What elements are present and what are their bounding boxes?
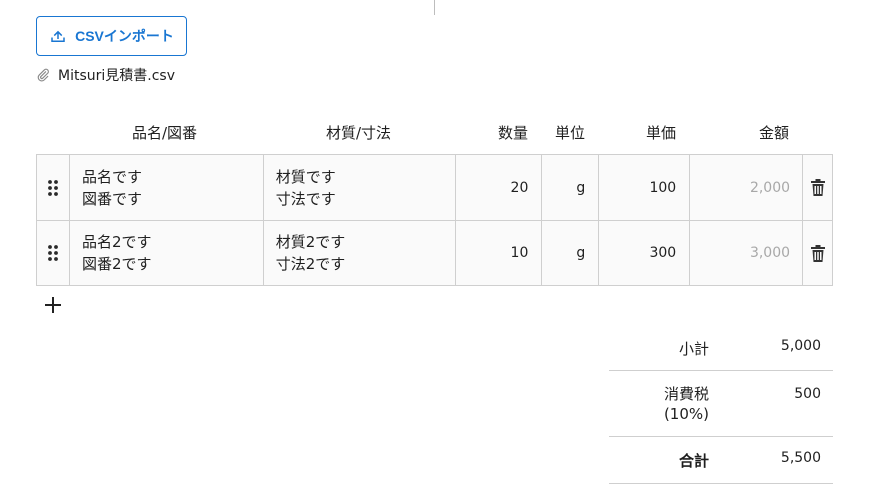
attached-file-name: Mitsuri見積書.csv xyxy=(58,68,175,84)
qty-cell[interactable]: 20 xyxy=(456,155,543,220)
price-cell[interactable]: 300 xyxy=(599,221,691,285)
total-row: 合計 5,500 xyxy=(609,437,833,484)
material-cell[interactable]: 材質です 寸法です xyxy=(264,155,457,220)
qty-cell[interactable]: 10 xyxy=(456,221,543,285)
upload-icon xyxy=(49,27,67,45)
header-name: 品名/図番 xyxy=(132,124,198,142)
table-body: 品名です 図番です 材質です 寸法です 20 g 100 2,000 品名2です… xyxy=(36,154,833,286)
amount-cell: 3,000 xyxy=(690,221,804,285)
subtotal-label: 小計 xyxy=(678,340,709,358)
trash-icon[interactable] xyxy=(803,221,832,285)
drawing-number: 図番2です xyxy=(81,255,152,273)
drawing-number: 図番です xyxy=(81,189,142,208)
tax-row: 消費税 (10%) 500 xyxy=(609,371,833,437)
csv-import-label: CSVインポート xyxy=(75,28,174,44)
material: 材質です xyxy=(275,167,336,186)
size: 寸法2です xyxy=(275,255,346,273)
csv-import-button[interactable]: CSVインポート xyxy=(36,16,187,56)
subtotal-row: 小計 5,000 xyxy=(609,327,833,371)
total-label: 合計 xyxy=(678,452,709,470)
table-header: 品名/図番 材質/寸法 数量 単位 単価 金額 xyxy=(36,117,833,154)
material: 材質2です xyxy=(275,233,346,251)
estimate-table: 品名/図番 材質/寸法 数量 単位 単価 金額 品名です 図番です 材質です 寸… xyxy=(36,117,833,286)
drag-handle-icon[interactable] xyxy=(37,221,70,285)
summary-table: 小計 5,000 消費税 (10%) 500 合計 5,500 xyxy=(609,327,833,484)
name-cell[interactable]: 品名です 図番です xyxy=(70,155,264,220)
price-cell[interactable]: 100 xyxy=(599,155,691,220)
tax-label: 消費税 (10%) xyxy=(609,384,709,436)
size: 寸法です xyxy=(275,189,336,208)
plus-icon[interactable] xyxy=(44,296,62,314)
unit-cell[interactable]: g xyxy=(542,155,600,220)
header-unit: 単位 xyxy=(555,124,586,142)
subtotal-value: 5,000 xyxy=(780,338,821,354)
drag-handle-icon[interactable] xyxy=(37,155,70,220)
name-cell[interactable]: 品名2です 図番2です xyxy=(70,221,264,285)
material-cell[interactable]: 材質2です 寸法2です xyxy=(264,221,457,285)
header-price: 単価 xyxy=(646,124,677,142)
tax-label-name: 消費税 xyxy=(663,385,709,403)
trash-icon[interactable] xyxy=(803,155,832,220)
table-row: 品名2です 図番2です 材質2です 寸法2です 10 g 300 3,000 xyxy=(37,220,832,285)
header-material: 材質/寸法 xyxy=(326,124,392,142)
unit-cell[interactable]: g xyxy=(542,221,600,285)
attached-file[interactable]: Mitsuri見積書.csv xyxy=(36,66,175,84)
tax-value: 500 xyxy=(794,386,821,402)
amount-cell: 2,000 xyxy=(690,155,804,220)
table-row: 品名です 図番です 材質です 寸法です 20 g 100 2,000 xyxy=(37,155,832,220)
item-name: 品名2です xyxy=(81,233,152,251)
total-value: 5,500 xyxy=(780,450,821,466)
item-name: 品名です xyxy=(81,167,142,186)
tax-label-rate: (10%) xyxy=(663,405,709,423)
header-qty: 数量 xyxy=(498,124,529,142)
paperclip-icon xyxy=(36,68,50,82)
header-amount: 金額 xyxy=(759,124,790,142)
divider xyxy=(434,0,435,15)
